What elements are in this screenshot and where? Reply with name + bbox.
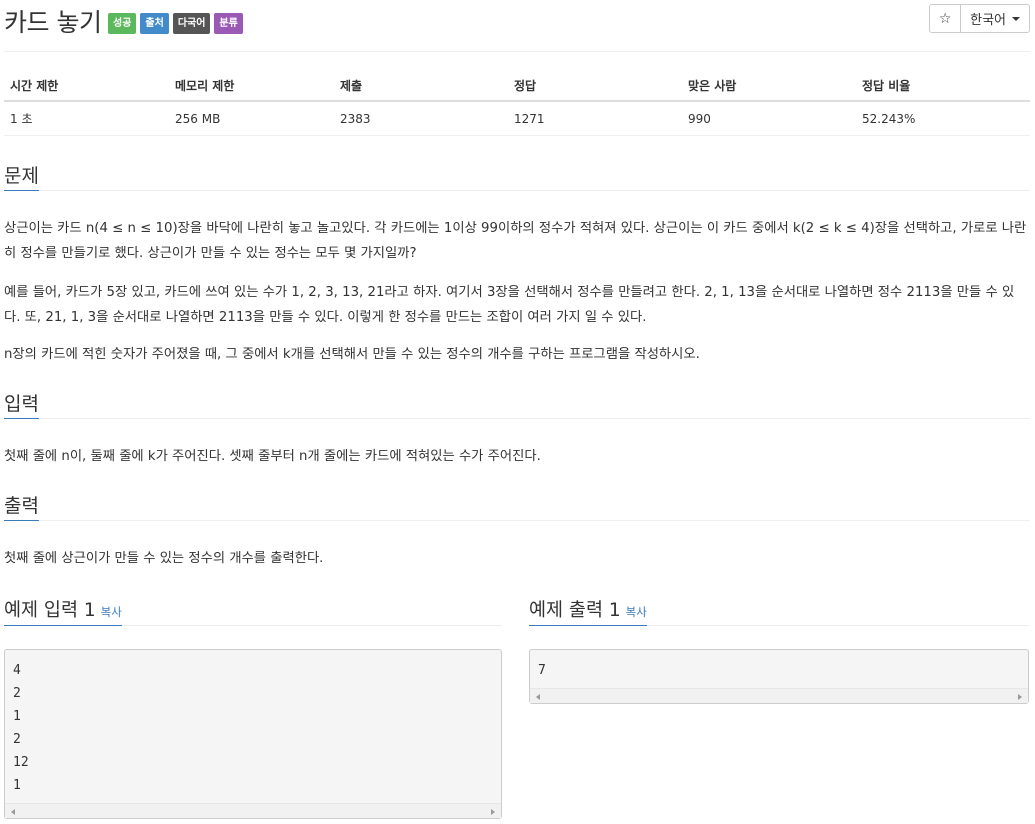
horizontal-scrollbar[interactable] <box>5 803 501 818</box>
sample-line: 2 <box>13 686 21 701</box>
problem-label[interactable]: 출처 <box>140 13 169 34</box>
problem-info-table: 시간 제한 메모리 제한 제출 정답 맞은 사람 정답 비율 1 초 256 M… <box>4 69 1030 136</box>
sample-line: 1 <box>13 709 21 724</box>
sample-output-title: 예제 출력 1 <box>529 600 621 621</box>
problem-paragraph-2: 예를 들어, 카드가 5장 있고, 카드에 쓰여 있는 수가 1, 2, 3, … <box>4 285 1015 325</box>
scroll-right-icon[interactable] <box>1018 694 1022 700</box>
sample-line: 1 <box>13 778 21 793</box>
language-label: 한국어 <box>970 13 1006 28</box>
sample-line: 2 <box>13 732 21 747</box>
sample-output-heading: 예제 출력 1 복사 <box>529 594 647 626</box>
info-time: 1 초 <box>4 101 169 136</box>
horizontal-scrollbar[interactable] <box>530 688 1028 703</box>
info-accepted: 1271 <box>508 101 682 136</box>
output-description: 첫째 줄에 상근이가 만들 수 있는 정수의 개수를 출력한다. <box>4 551 324 566</box>
problem-heading: 문제 <box>4 161 39 191</box>
copy-sample-output-button[interactable]: 복사 <box>626 605 647 619</box>
sample-line: 7 <box>538 663 546 678</box>
info-ratio: 52.243% <box>856 101 1030 136</box>
page-title: 카드 놓기 <box>4 8 102 37</box>
sample-output-lines: 7 <box>530 650 1028 682</box>
info-solved[interactable]: 990 <box>682 101 856 136</box>
info-value-row: 1 초 256 MB 2383 1271 990 52.243% <box>4 101 1030 136</box>
output-section-header: 출력 <box>4 491 1030 521</box>
input-heading: 입력 <box>4 389 39 419</box>
problem-label[interactable]: 성공 <box>108 13 137 34</box>
sample-input-lines: 4 2 1 2 12 1 <box>5 650 501 797</box>
problem-section-header: 문제 <box>4 161 1030 191</box>
info-header-time: 시간 제한 <box>4 69 169 102</box>
problem-labels: 성공 출처 다국어 분류 <box>108 13 243 34</box>
info-header-memory: 메모리 제한 <box>169 69 334 102</box>
input-section-header: 입력 <box>4 389 1030 419</box>
sample-input-title: 예제 입력 1 <box>4 600 96 621</box>
info-header-submit: 제출 <box>334 69 508 102</box>
sample-input-header: 예제 입력 1 복사 <box>4 594 502 626</box>
sample-output-header: 예제 출력 1 복사 <box>529 594 1029 626</box>
language-dropdown[interactable]: 한국어 <box>961 4 1030 33</box>
sample-input-box[interactable]: 4 2 1 2 12 1 <box>4 649 502 819</box>
caret-down-icon <box>1012 16 1020 21</box>
output-heading: 출력 <box>4 491 39 521</box>
scroll-right-icon[interactable] <box>491 809 495 815</box>
sample-output-box[interactable]: 7 <box>529 649 1029 704</box>
copy-sample-input-button[interactable]: 복사 <box>101 605 122 619</box>
problem-tools: ☆ 한국어 <box>929 4 1030 33</box>
scroll-left-icon[interactable] <box>536 694 540 700</box>
sample-input-heading: 예제 입력 1 복사 <box>4 594 122 626</box>
info-header-ratio: 정답 비율 <box>856 69 1030 102</box>
sample-line: 12 <box>13 755 29 770</box>
problem-label[interactable]: 다국어 <box>172 13 211 34</box>
problem-header: 카드 놓기 성공 출처 다국어 분류 ☆ 한국어 <box>4 0 1030 52</box>
info-header-accepted: 정답 <box>508 69 682 102</box>
problem-paragraph-3: n장의 카드에 적힌 숫자가 주어졌을 때, 그 중에서 k개를 선택해서 만들… <box>4 347 700 362</box>
problem-paragraph-1: 상근이는 카드 n(4 ≤ n ≤ 10)장을 바닥에 나란히 놓고 놀고있다.… <box>4 221 1027 261</box>
sample-line: 4 <box>13 663 21 678</box>
info-header-solved: 맞은 사람 <box>682 69 856 102</box>
input-description: 첫째 줄에 n이, 둘째 줄에 k가 주어진다. 셋째 줄부터 n개 줄에는 카… <box>4 449 541 464</box>
star-button[interactable]: ☆ <box>929 4 962 33</box>
star-icon: ☆ <box>938 10 952 27</box>
problem-label[interactable]: 분류 <box>214 13 243 34</box>
info-header-row: 시간 제한 메모리 제한 제출 정답 맞은 사람 정답 비율 <box>4 69 1030 102</box>
info-submit[interactable]: 2383 <box>334 101 508 136</box>
scroll-left-icon[interactable] <box>11 809 15 815</box>
info-memory: 256 MB <box>169 101 334 136</box>
